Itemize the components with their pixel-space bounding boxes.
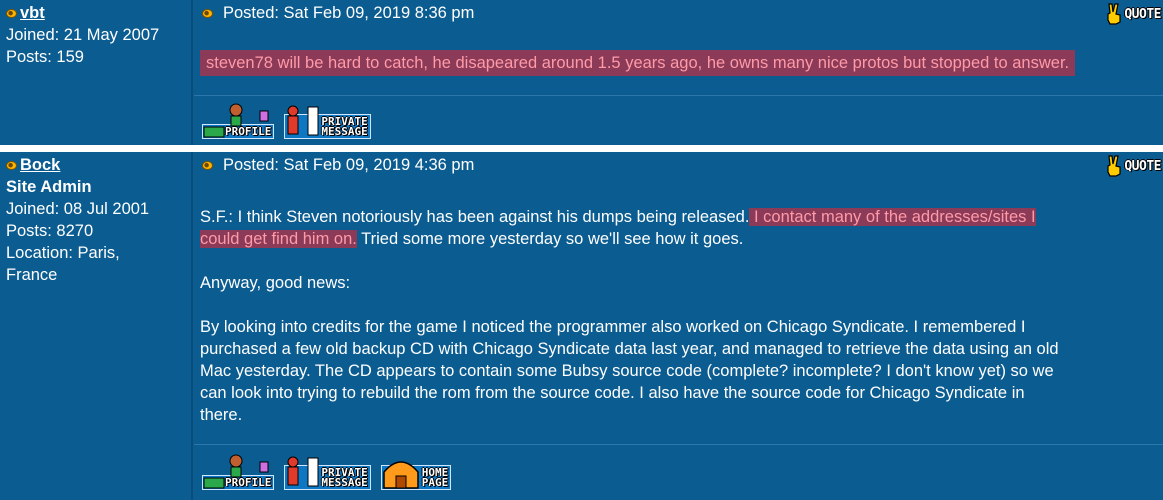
profile-button[interactable]: PROFILE: [202, 103, 275, 139]
quote-label: QUOTE: [1124, 158, 1161, 174]
author-name-link[interactable]: vbt: [20, 2, 45, 24]
peace-hand-icon: [1105, 3, 1123, 25]
private-message-button[interactable]: PRIVATE MESSAGE: [284, 454, 371, 490]
para1-after: Tried some more yesterday so we'll see h…: [356, 230, 744, 248]
profile-sprite-icon: [203, 103, 269, 138]
para3-line: there.: [200, 406, 243, 424]
pm-label-line2: MESSAGE: [321, 476, 368, 489]
author-location-2: France: [6, 266, 58, 284]
post-body: steven78 will be hard to catch, he disap…: [200, 50, 1157, 76]
author-row: vbt: [6, 2, 185, 24]
profile-button[interactable]: PROFILE: [202, 454, 275, 490]
post-buttons: PROFILE PRIVATE MESSAGE: [202, 103, 371, 139]
post-buttons: PROFILE PRIVATE MESSAGE HOME PAGE: [202, 454, 452, 490]
home-label-line2: PAGE: [421, 476, 449, 489]
pm-label-line2: MESSAGE: [321, 125, 368, 138]
pm-sprite-icon: [287, 456, 319, 487]
user-dot-icon: [6, 8, 17, 18]
post-icon: [202, 161, 213, 170]
paragraph-1: S.F.: I think Steven notoriously has bee…: [200, 206, 1157, 250]
para3-line: purchased a few old backup CD with Chica…: [200, 340, 1059, 358]
post-body: S.F.: I think Steven notoriously has bee…: [200, 206, 1157, 426]
author-rank: Site Admin: [6, 178, 92, 196]
author-posts: Posts: 159: [6, 48, 84, 66]
quote-label: QUOTE: [1124, 6, 1161, 22]
quote-button[interactable]: QUOTE: [1105, 3, 1161, 25]
para3-line: By looking into credits for the game I n…: [200, 318, 1026, 336]
post-1: vbt Joined: 21 May 2007 Posts: 159 Poste…: [0, 0, 1163, 145]
post-header: Posted: Sat Feb 09, 2019 4:36 pm: [202, 156, 474, 175]
pm-sprite-icon: [287, 105, 319, 136]
author-panel: vbt Joined: 21 May 2007 Posts: 159: [0, 0, 193, 145]
user-dot-icon: [6, 160, 17, 170]
author-joined: Joined: 08 Jul 2001: [6, 200, 150, 218]
author-posts: Posts: 8270: [6, 222, 94, 240]
signature-divider: [194, 444, 1163, 445]
para3-line: can look into trying to rebuild the rom …: [200, 384, 1025, 402]
post-2: Bock Site Admin Joined: 08 Jul 2001 Post…: [0, 152, 1163, 500]
highlighted-text: steven78 will be hard to catch, he disap…: [200, 50, 1076, 76]
post-content: Posted: Sat Feb 09, 2019 4:36 pm QUOTE S…: [194, 152, 1163, 500]
author-panel: Bock Site Admin Joined: 08 Jul 2001 Post…: [0, 152, 193, 500]
highlighted-text-a: I contact many of the addresses/sites I: [749, 208, 1036, 226]
profile-sprite-icon: [203, 454, 269, 489]
highlighted-text-b: could get find him on.: [200, 230, 357, 248]
author-row: Bock: [6, 154, 185, 176]
homepage-button[interactable]: HOME PAGE: [380, 454, 452, 490]
post-date: Posted: Sat Feb 09, 2019 4:36 pm: [223, 156, 475, 174]
post-icon: [202, 9, 213, 18]
post-content: Posted: Sat Feb 09, 2019 8:36 pm QUOTE s…: [194, 0, 1163, 145]
para1-text: S.F.: I think Steven notoriously has bee…: [200, 208, 750, 226]
paragraph-2: Anyway, good news:: [200, 274, 351, 292]
paragraph-3: By looking into credits for the game I n…: [200, 316, 1157, 426]
signature-divider: [194, 95, 1163, 96]
para3-line: Mac yesterday. The CD appears to contain…: [200, 362, 1054, 380]
home-sprite-icon: [382, 461, 419, 489]
peace-hand-icon: [1105, 155, 1123, 177]
quote-button[interactable]: QUOTE: [1105, 155, 1161, 177]
author-joined: Joined: 21 May 2007: [6, 26, 160, 44]
post-header: Posted: Sat Feb 09, 2019 8:36 pm: [202, 4, 474, 23]
private-message-button[interactable]: PRIVATE MESSAGE: [284, 103, 371, 139]
author-location: Location: Paris,: [6, 244, 120, 262]
post-date: Posted: Sat Feb 09, 2019 8:36 pm: [223, 4, 475, 22]
author-name-link[interactable]: Bock: [20, 154, 60, 176]
